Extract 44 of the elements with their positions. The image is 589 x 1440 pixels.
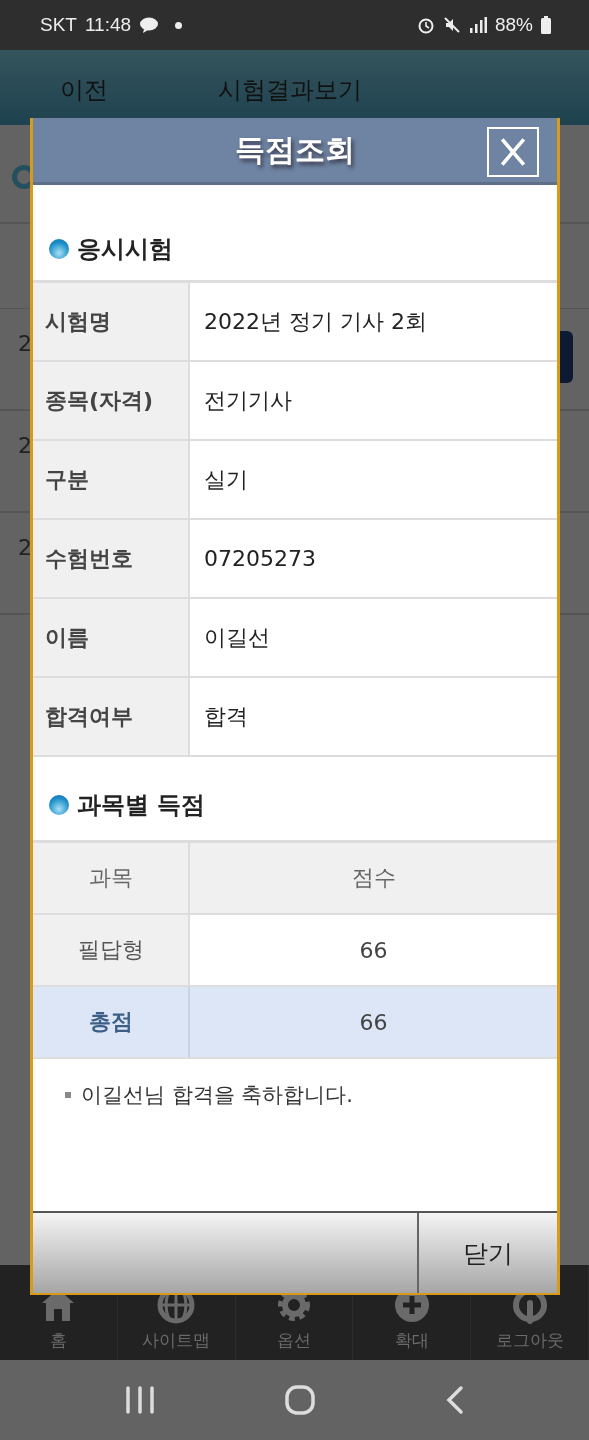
table-cell: 총점 [33,987,190,1057]
field-value: 전기기사 [203,386,293,415]
close-button[interactable] [487,127,539,177]
back-link[interactable]: 이전 [60,73,108,106]
signal-icon [468,17,487,33]
battery-percent: 88% [494,14,533,36]
table-cell-text: 66 [358,936,389,965]
battery-icon [541,16,551,34]
notification-dot [175,21,183,29]
field-label: 구분 [33,441,190,518]
field-label: 시험명 [33,283,190,360]
column-header: 점수 [350,864,397,892]
table-cell: 2 [18,535,32,560]
mute-icon [442,16,461,34]
table-cell: 필답형 [33,915,190,985]
dialog-title: 득점조회 [235,130,355,169]
congratulation-message: 이길선님 합격을 축하합니다. [81,1082,354,1109]
section-title: 응시시험 [77,233,173,265]
field-value: 2022년 정기 기사 2회 [203,307,428,336]
field-label: 합격여부 [33,678,190,755]
field-value: 합격 [203,702,249,731]
bullet-icon [65,1092,71,1098]
table-cell-text: 66 [358,1008,389,1037]
page-title: 시험결과보기 [218,74,362,106]
field-value: 07205273 [203,545,317,573]
section-title: 과목별 득점 [77,789,206,821]
back-icon[interactable] [444,1385,465,1415]
chat-icon [139,17,160,33]
close-dialog-button[interactable]: 닫기 [419,1213,557,1293]
alarm-icon [416,16,435,34]
carrier: SKT [40,14,77,36]
table-cell: 2 [18,433,32,458]
section-bullet-icon [49,238,69,259]
field-label: 수험번호 [33,520,190,597]
column-header: 과목 [33,843,190,913]
clock: 11:48 [84,14,132,36]
table-cell: 2 [18,331,32,356]
field-label: 종목(자격) [33,362,190,439]
field-value: 이길선 [203,623,271,652]
section-bullet-icon [49,794,69,815]
field-value: 실기 [203,465,249,494]
recent-apps-icon[interactable] [124,1386,155,1414]
home-button-icon[interactable] [283,1384,316,1416]
field-label: 이름 [33,599,190,676]
